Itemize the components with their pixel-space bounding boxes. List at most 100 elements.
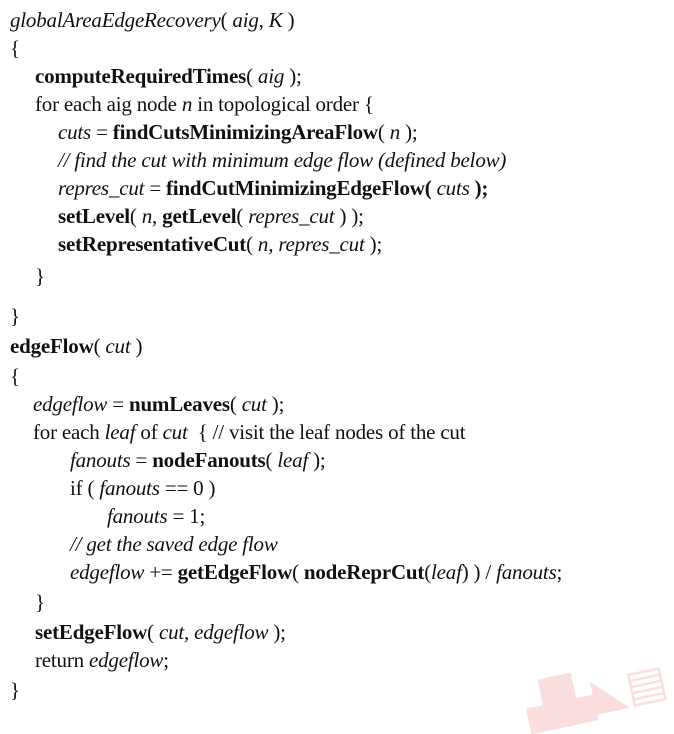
code-token: } xyxy=(35,590,45,614)
code-line: setEdgeFlow( cut, edgeflow ); xyxy=(35,618,286,646)
code-token: for each xyxy=(33,420,105,444)
code-token: } xyxy=(35,264,45,288)
code-token: , xyxy=(268,232,279,256)
code-token: ( xyxy=(236,204,249,228)
code-token: = xyxy=(107,392,129,416)
code-token: cut xyxy=(241,392,267,416)
code-token: cuts xyxy=(58,120,92,144)
code-line: fanouts = nodeFanouts( leaf ); xyxy=(70,446,326,474)
code-line: } xyxy=(10,676,20,704)
code-token: ); xyxy=(400,120,418,144)
code-token: ( xyxy=(220,8,233,32)
code-token: } xyxy=(10,304,20,328)
code-line: globalAreaEdgeRecovery( aig, K ) xyxy=(10,6,295,34)
code-token: ( xyxy=(246,232,258,256)
code-token: fanouts xyxy=(496,560,557,584)
code-token: setLevel xyxy=(58,204,130,228)
code-token: ; xyxy=(556,560,563,584)
code-token: , xyxy=(258,8,269,32)
code-token: getEdgeFlow xyxy=(177,560,293,584)
code-line: computeRequiredTimes( aig ); xyxy=(35,62,302,90)
code-token: = xyxy=(144,176,167,200)
code-token: ( xyxy=(129,204,142,228)
code-token: leaf xyxy=(104,420,136,444)
code-line: cuts = findCutsMinimizingAreaFlow( n ); xyxy=(58,118,418,146)
code-token: n xyxy=(257,232,269,256)
code-token: return xyxy=(35,648,89,672)
code-token: if ( xyxy=(70,476,100,500)
code-token: } xyxy=(10,678,20,702)
code-token: { xyxy=(10,364,20,388)
code-token: edgeflow xyxy=(70,560,145,584)
code-token: of xyxy=(135,420,163,444)
code-line: if ( fanouts == 0 ) xyxy=(70,474,216,502)
code-line: } xyxy=(10,302,20,330)
code-token: { // visit the leaf nodes of the cut xyxy=(187,420,466,444)
code-token: cut xyxy=(162,420,188,444)
code-token: in topological order { xyxy=(192,92,374,116)
code-token: cuts xyxy=(436,176,470,200)
code-token: leaf xyxy=(277,448,309,472)
code-line: // find the cut with minimum edge flow (… xyxy=(58,146,506,174)
code-token: fanouts xyxy=(99,476,160,500)
code-token: ); xyxy=(308,448,326,472)
code-token: ( xyxy=(292,560,304,584)
code-token: ); xyxy=(469,176,489,200)
code-line: return edgeflow; xyxy=(35,646,169,674)
code-token: edgeflow xyxy=(89,648,164,672)
code-token: for each aig node xyxy=(35,92,182,116)
code-token: , xyxy=(152,204,163,228)
code-line: { xyxy=(10,34,20,62)
code-token: leaf xyxy=(431,560,462,584)
code-token: ( xyxy=(377,120,390,144)
code-token: setEdgeFlow xyxy=(35,620,148,644)
code-token: repres_cut xyxy=(58,176,145,200)
code-token: = xyxy=(130,448,153,472)
code-line: setRepresentativeCut( n, repres_cut ); xyxy=(58,230,382,258)
code-token: ( xyxy=(229,392,242,416)
code-line: { xyxy=(10,362,20,390)
code-token: // get the saved edge flow xyxy=(70,532,278,556)
code-token: K xyxy=(268,8,283,32)
code-line: setLevel( n, getLevel( repres_cut ) ); xyxy=(58,202,364,230)
code-token: globalAreaEdgeRecovery xyxy=(10,8,221,32)
watermark: ▟▙◣▤ xyxy=(521,654,672,734)
code-token: ) ); xyxy=(334,204,364,228)
code-token: findCutsMinimizingAreaFlow xyxy=(112,120,378,144)
code-token: setRepresentativeCut xyxy=(58,232,247,256)
code-line: } xyxy=(35,588,45,616)
code-token: getLevel xyxy=(162,204,237,228)
code-token: // find the cut with minimum edge flow (… xyxy=(58,148,507,172)
code-line: edgeflow += getEdgeFlow( nodeReprCut(lea… xyxy=(70,558,562,586)
code-token: ( xyxy=(93,334,106,358)
code-line: edgeflow = numLeaves( cut ); xyxy=(33,390,284,418)
code-token: repres_cut xyxy=(248,204,335,228)
code-token: cut, edgeflow xyxy=(158,620,269,644)
code-token: n xyxy=(141,204,153,228)
code-token: n xyxy=(389,120,401,144)
code-line: // get the saved edge flow xyxy=(70,530,278,558)
code-token: aig xyxy=(232,8,259,32)
code-token: nodeReprCut xyxy=(303,560,425,584)
code-token: numLeaves xyxy=(128,392,230,416)
code-token: edgeFlow xyxy=(10,334,94,358)
code-token: edgeflow xyxy=(33,392,108,416)
code-token: cut xyxy=(105,334,131,358)
code-token: repres_cut xyxy=(278,232,365,256)
code-line: repres_cut = findCutMinimizingEdgeFlow( … xyxy=(58,174,488,202)
code-token: n xyxy=(181,92,193,116)
code-line: } xyxy=(35,262,45,290)
code-token: ( xyxy=(147,620,159,644)
code-token: findCutMinimizingEdgeFlow( xyxy=(166,176,432,200)
code-line: edgeFlow( cut ) xyxy=(10,332,143,360)
code-line: fanouts = 1; xyxy=(107,502,205,530)
code-token: = 1; xyxy=(167,504,206,528)
code-token: aig xyxy=(257,64,285,88)
code-token: ); xyxy=(284,64,302,88)
code-token: { xyxy=(10,36,20,60)
code-token: fanouts xyxy=(70,448,131,472)
code-line: for each aig node n in topological order… xyxy=(35,90,374,118)
code-token: ) xyxy=(130,334,143,358)
code-token: fanouts xyxy=(107,504,168,528)
code-token: computeRequiredTimes xyxy=(35,64,247,88)
